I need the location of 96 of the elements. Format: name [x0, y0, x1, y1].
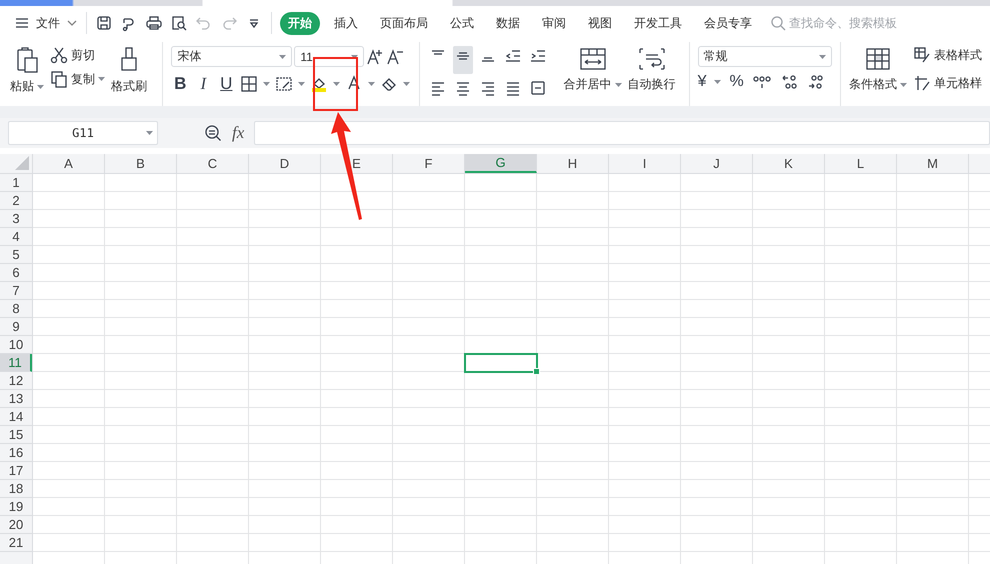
column-header[interactable]: I — [609, 154, 681, 173]
increase-decimal-icon[interactable] — [780, 73, 798, 91]
ribbon-tab[interactable]: 会员专享 — [696, 12, 760, 34]
cell-brush-icon — [913, 74, 931, 92]
dropdown-caret-icon — [146, 131, 153, 135]
caret-icon — [614, 82, 622, 86]
row-header[interactable]: 13 — [0, 390, 32, 408]
column-header[interactable]: B — [105, 154, 177, 173]
number-format-dropdown[interactable]: 常规 — [698, 46, 832, 67]
caret-icon — [279, 54, 286, 58]
ribbon-tab[interactable]: 开发工具 — [626, 12, 690, 34]
merge-center-button[interactable]: 合并居中 — [564, 42, 622, 106]
percent-button[interactable]: % — [729, 73, 744, 91]
column-header[interactable]: L — [825, 154, 897, 173]
row-header[interactable]: 12 — [0, 372, 32, 390]
table-brush-icon — [913, 46, 931, 64]
copy-button[interactable]: 复制 — [50, 70, 105, 88]
row-header[interactable]: 19 — [0, 498, 32, 516]
caret-icon — [900, 82, 907, 86]
zoom-icon[interactable] — [204, 124, 222, 142]
align-middle-icon[interactable] — [452, 46, 473, 74]
copy-icon — [50, 70, 68, 88]
formula-input[interactable] — [254, 121, 990, 145]
column-header[interactable]: K — [753, 154, 825, 173]
increase-font-icon[interactable] — [366, 48, 384, 66]
column-header[interactable]: G — [465, 154, 537, 173]
caret-icon — [818, 54, 826, 58]
scissors-icon — [50, 46, 68, 64]
ribbon-tab[interactable]: 页面布局 — [372, 12, 436, 34]
ribbon-tab[interactable]: 插入 — [326, 12, 366, 34]
row-header[interactable]: 21 — [0, 534, 32, 552]
caret-icon — [298, 82, 306, 86]
underline-button[interactable]: U — [217, 74, 236, 94]
row-header[interactable]: 18 — [0, 480, 32, 498]
row-header[interactable]: 15 — [0, 426, 32, 444]
cell-format-icon[interactable] — [275, 75, 294, 93]
merge-cells-icon — [578, 46, 608, 72]
row-header[interactable]: 2 — [0, 192, 32, 210]
bold-button[interactable]: B — [171, 74, 190, 94]
column-header[interactable]: M — [897, 154, 969, 173]
caret-icon — [368, 82, 376, 86]
font-name-dropdown[interactable]: 宋体 — [171, 46, 292, 67]
row-header[interactable]: 3 — [0, 210, 32, 228]
row-header[interactable]: 14 — [0, 408, 32, 426]
chevron-icon — [66, 18, 78, 28]
decrease-font-icon[interactable] — [386, 48, 404, 66]
function-button[interactable]: fx — [232, 123, 244, 143]
ribbon-tab[interactable]: 审阅 — [534, 12, 574, 34]
search-icon — [770, 15, 786, 31]
row-header[interactable]: 16 — [0, 444, 32, 462]
column-header[interactable]: C — [177, 154, 249, 173]
cut-button[interactable]: 剪切 — [50, 46, 105, 64]
caret-icon — [351, 54, 358, 58]
row-header[interactable]: 11 — [0, 354, 32, 372]
row-header[interactable]: 1 — [0, 174, 32, 192]
row-header[interactable]: 8 — [0, 300, 32, 318]
cell-cursor[interactable] — [464, 353, 538, 373]
row-header[interactable]: 7 — [0, 282, 32, 300]
font-size-dropdown[interactable]: 11 — [294, 46, 364, 67]
annotation-box — [313, 57, 358, 111]
italic-button[interactable]: I — [194, 74, 212, 94]
row-header[interactable]: 4 — [0, 228, 32, 246]
row-header[interactable]: 9 — [0, 318, 32, 336]
currency-button[interactable]: ¥ — [698, 73, 706, 91]
borders-icon[interactable] — [240, 75, 258, 93]
format-painter-button[interactable]: 格式刷 — [111, 42, 147, 106]
caret-icon — [714, 80, 722, 84]
wrap-text-button[interactable]: 自动换行 — [628, 42, 676, 106]
caret-icon — [333, 82, 340, 86]
table-style-button[interactable]: 表格样式 — [913, 46, 982, 64]
print-icon[interactable] — [145, 14, 163, 32]
ribbon-tab[interactable]: 视图 — [580, 12, 620, 34]
column-header[interactable]: H — [537, 154, 609, 173]
triangle-icon — [15, 156, 29, 170]
caret-icon — [263, 82, 270, 86]
column-header[interactable]: D — [249, 154, 321, 173]
paste-button[interactable]: 粘贴 — [10, 42, 44, 106]
row-header[interactable]: 17 — [0, 462, 32, 480]
caret-icon — [37, 84, 44, 88]
table-grid-icon — [864, 46, 892, 72]
ribbon-tab[interactable]: 公式 — [442, 12, 482, 34]
cell-style-button[interactable]: 单元格样 — [913, 74, 982, 92]
file-menu[interactable]: 文件 — [14, 14, 78, 32]
row-header[interactable]: 6 — [0, 264, 32, 282]
row-header[interactable]: 20 — [0, 516, 32, 534]
column-header[interactable]: A — [33, 154, 105, 173]
ribbon-tab[interactable]: 数据 — [488, 12, 528, 34]
wrap-text-icon — [636, 46, 667, 72]
caret-icon — [98, 77, 105, 81]
conditional-format-button[interactable]: 条件格式 — [849, 42, 907, 106]
column-header[interactable]: J — [681, 154, 753, 173]
print-preview-icon[interactable] — [170, 14, 188, 32]
save-icon[interactable] — [95, 14, 113, 32]
row-header[interactable]: 5 — [0, 246, 32, 264]
name-box[interactable]: G11 — [8, 121, 158, 145]
caret-icon — [403, 82, 410, 86]
